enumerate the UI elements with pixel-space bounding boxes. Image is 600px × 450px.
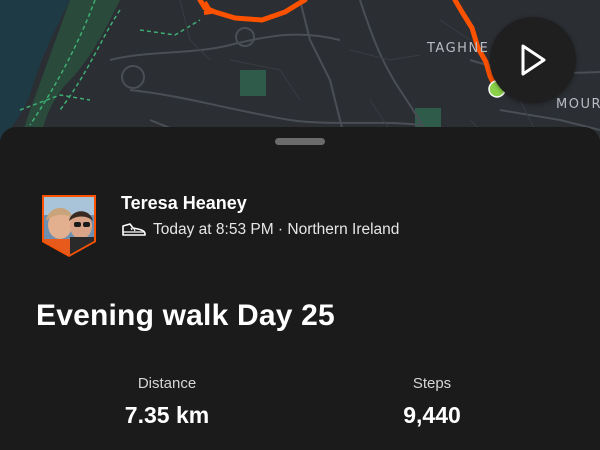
stat-label: Steps [412,375,452,392]
athlete-name[interactable]: Teresa Heaney [121,193,247,214]
activity-sheet: Teresa Heaney Today at 8:53 PM · Norther… [0,127,600,450]
stat-value: 7.35 km [124,402,210,428]
avatar-photo-icon [42,195,96,257]
activity-title: Evening walk Day 25 [36,299,335,332]
drag-handle[interactable] [275,138,325,145]
stat-steps: Steps 9,440 [332,375,532,429]
play-button[interactable] [490,17,576,103]
map-label-taghnevan: TAGHNE [427,41,490,56]
map-label-mourne: MOUR [556,97,600,112]
stat-distance: Distance 7.35 km [67,375,267,429]
route-map[interactable]: TAGHNE MOUR [0,0,600,140]
activity-meta-text: Today at 8:53 PM · Northern Ireland [153,221,400,238]
play-icon [521,44,546,76]
stat-value: 9,440 [403,402,461,428]
stat-label: Distance [137,375,197,392]
activity-meta: Today at 8:53 PM · Northern Ireland [121,221,399,239]
shoe-icon [122,223,146,236]
athlete-avatar[interactable] [40,195,98,257]
